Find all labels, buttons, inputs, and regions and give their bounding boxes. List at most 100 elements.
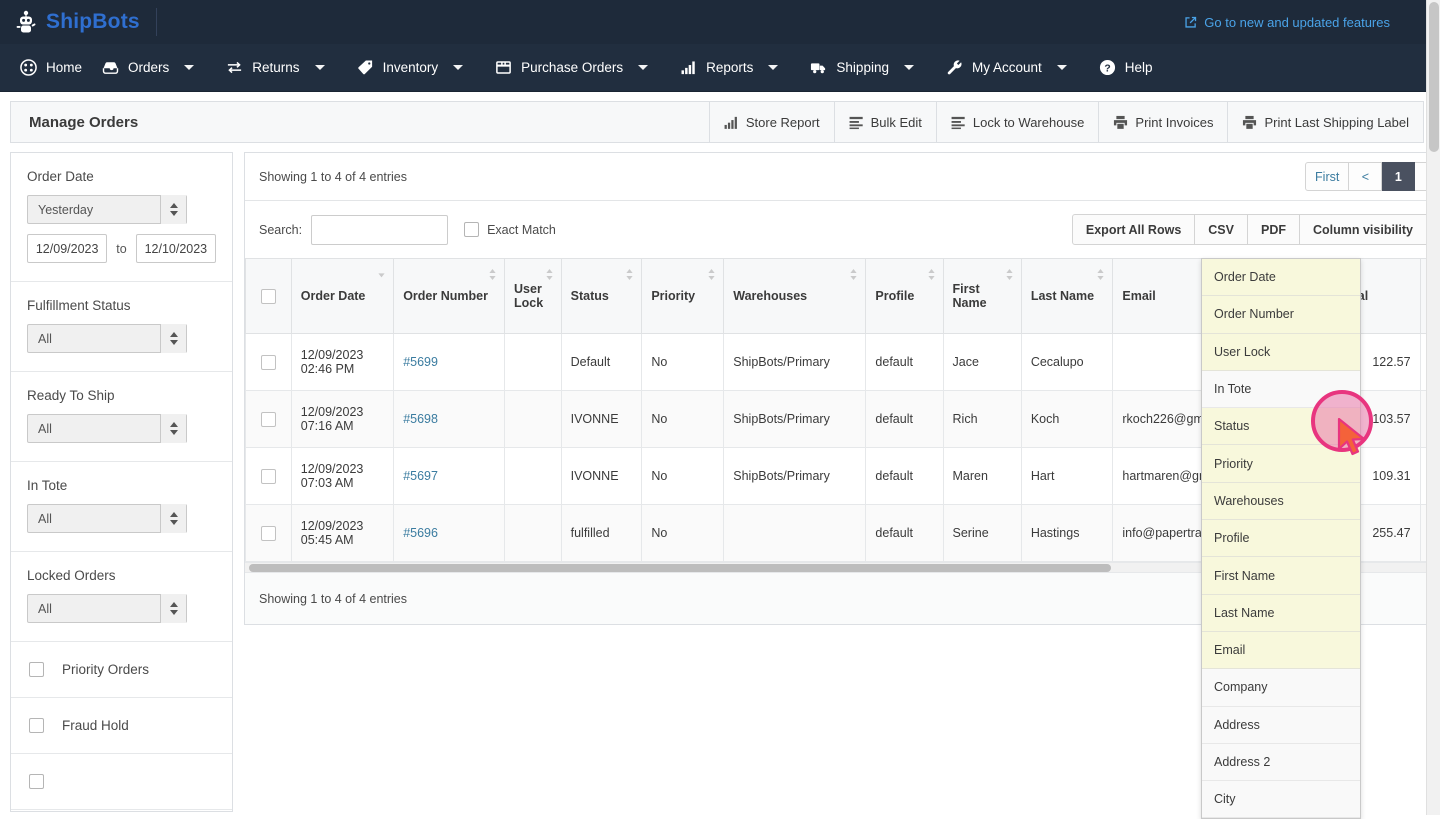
date-to-input[interactable]: 12/10/2023 <box>136 234 216 263</box>
cell-order-number[interactable]: #5696 <box>394 505 505 562</box>
header-order-date[interactable]: Order Date <box>291 259 393 334</box>
order-link[interactable]: #5697 <box>403 469 438 483</box>
stepper-arrows-icon[interactable] <box>160 195 186 224</box>
exact-match-checkbox[interactable] <box>464 222 479 237</box>
nav-item-returns[interactable]: Returns <box>216 44 346 92</box>
bulk-edit-button[interactable]: Bulk Edit <box>834 102 936 142</box>
column-visibility-item-profile[interactable]: Profile <box>1202 520 1360 557</box>
column-visibility-item-order-date[interactable]: Order Date <box>1202 259 1360 296</box>
row-select-cell[interactable] <box>246 448 292 505</box>
header-first-name[interactable]: First Name <box>943 259 1021 334</box>
nav-item-help[interactable]: ? Help <box>1089 44 1163 92</box>
column-visibility-item-in-tote[interactable]: In Tote <box>1202 371 1360 408</box>
select-all-checkbox[interactable] <box>261 289 276 304</box>
fulfillment-status-select[interactable]: All <box>27 324 187 353</box>
row-checkbox[interactable] <box>261 412 276 427</box>
header-profile[interactable]: Profile <box>866 259 943 334</box>
column-visibility-item-warehouses[interactable]: Warehouses <box>1202 483 1360 520</box>
column-visibility-item-company[interactable]: Company <box>1202 669 1360 706</box>
chevron-down-icon[interactable] <box>315 65 325 70</box>
chevron-down-icon[interactable] <box>638 65 648 70</box>
nav-item-inventory[interactable]: Inventory <box>347 44 486 92</box>
stepper-arrows-icon[interactable] <box>160 504 186 533</box>
header-warehouses[interactable]: Warehouses <box>724 259 866 334</box>
ready-to-ship-select[interactable]: All <box>27 414 187 443</box>
row-checkbox[interactable] <box>261 355 276 370</box>
header-status[interactable]: Status <box>561 259 642 334</box>
sort-icon[interactable] <box>625 268 634 281</box>
page-scrollbar-thumb[interactable] <box>1429 2 1439 152</box>
export-all-rows-button[interactable]: Export All Rows <box>1072 214 1195 245</box>
sort-icon[interactable] <box>1005 268 1014 281</box>
in-tote-select[interactable]: All <box>27 504 187 533</box>
column-visibility-button[interactable]: Column visibility <box>1300 214 1427 245</box>
header-select-all[interactable] <box>246 259 292 334</box>
chevron-down-icon[interactable] <box>904 65 914 70</box>
page-prev-button[interactable]: < <box>1349 162 1382 191</box>
column-visibility-item-city[interactable]: City <box>1202 781 1360 818</box>
nav-item-reports[interactable]: Reports <box>670 44 800 92</box>
nav-item-home[interactable]: Home <box>10 44 92 92</box>
column-visibility-item-priority[interactable]: Priority <box>1202 445 1360 482</box>
row-checkbox[interactable] <box>261 526 276 541</box>
lock-to-warehouse-button[interactable]: Lock to Warehouse <box>936 102 1099 142</box>
column-visibility-item-order-number[interactable]: Order Number <box>1202 296 1360 333</box>
store-report-button[interactable]: Store Report <box>709 102 834 142</box>
sort-icon[interactable] <box>927 268 936 281</box>
header-last-name[interactable]: Last Name <box>1021 259 1113 334</box>
row-select-cell[interactable] <box>246 391 292 448</box>
print-last-shipping-label-button[interactable]: Print Last Shipping Label <box>1227 102 1423 142</box>
column-visibility-item-last-name[interactable]: Last Name <box>1202 595 1360 632</box>
column-visibility-item-address[interactable]: Address <box>1202 707 1360 744</box>
filter-priority-orders[interactable]: Priority Orders <box>11 642 232 698</box>
column-visibility-item-email[interactable]: Email <box>1202 632 1360 669</box>
row-checkbox[interactable] <box>261 469 276 484</box>
stepper-arrows-icon[interactable] <box>160 594 186 623</box>
fraud-hold-checkbox[interactable] <box>29 718 44 733</box>
row-select-cell[interactable] <box>246 334 292 391</box>
header-priority[interactable]: Priority <box>642 259 724 334</box>
sort-icon[interactable] <box>1096 268 1105 281</box>
locked-orders-select[interactable]: All <box>27 594 187 623</box>
sort-icon[interactable] <box>488 268 497 281</box>
filter-extra-row[interactable] <box>11 754 232 810</box>
cell-order-number[interactable]: #5698 <box>394 391 505 448</box>
column-visibility-item-address-2[interactable]: Address 2 <box>1202 744 1360 781</box>
exact-match-toggle[interactable]: Exact Match <box>464 222 556 237</box>
column-visibility-item-status[interactable]: Status <box>1202 408 1360 445</box>
chevron-down-icon[interactable] <box>184 65 194 70</box>
page-first-button[interactable]: First <box>1305 162 1349 191</box>
stepper-arrows-icon[interactable] <box>160 324 186 353</box>
chevron-down-icon[interactable] <box>768 65 778 70</box>
sort-icon[interactable] <box>707 268 716 281</box>
order-link[interactable]: #5696 <box>403 526 438 540</box>
page-scrollbar[interactable] <box>1426 0 1440 815</box>
cell-order-number[interactable]: #5697 <box>394 448 505 505</box>
extra-filter-checkbox[interactable] <box>29 774 44 789</box>
nav-item-my-account[interactable]: My Account <box>936 44 1089 92</box>
filter-fraud-hold[interactable]: Fraud Hold <box>11 698 232 754</box>
header-user-lock[interactable]: User Lock <box>505 259 562 334</box>
order-date-preset-select[interactable]: Yesterday <box>27 195 187 224</box>
chevron-down-icon[interactable] <box>1057 65 1067 70</box>
column-visibility-item-first-name[interactable]: First Name <box>1202 557 1360 594</box>
header-order-number[interactable]: Order Number <box>394 259 505 334</box>
order-link[interactable]: #5699 <box>403 355 438 369</box>
sort-icon[interactable] <box>545 268 554 281</box>
print-invoices-button[interactable]: Print Invoices <box>1098 102 1227 142</box>
brand[interactable]: ShipBots <box>14 9 140 35</box>
row-select-cell[interactable] <box>246 505 292 562</box>
order-link[interactable]: #5698 <box>403 412 438 426</box>
nav-item-purchase-orders[interactable]: Purchase Orders <box>485 44 670 92</box>
priority-orders-checkbox[interactable] <box>29 662 44 677</box>
sort-icon[interactable] <box>849 268 858 281</box>
search-input[interactable] <box>311 215 448 245</box>
chevron-down-icon[interactable] <box>453 65 463 70</box>
csv-button[interactable]: CSV <box>1195 214 1248 245</box>
date-from-input[interactable]: 12/09/2023 <box>27 234 107 263</box>
nav-item-orders[interactable]: Orders <box>92 44 216 92</box>
column-visibility-item-user-lock[interactable]: User Lock <box>1202 334 1360 371</box>
pdf-button[interactable]: PDF <box>1248 214 1300 245</box>
scrollbar-thumb[interactable] <box>249 564 1111 572</box>
nav-item-shipping[interactable]: Shipping <box>800 44 936 92</box>
